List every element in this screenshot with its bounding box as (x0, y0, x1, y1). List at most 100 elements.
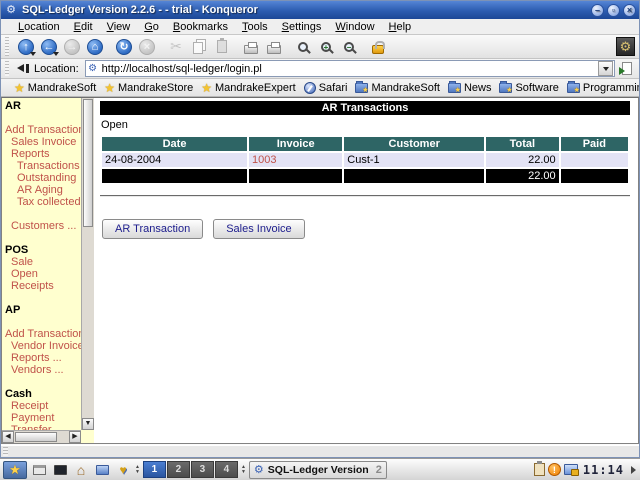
titlebar[interactable]: ⚙ SQL-Ledger Version 2.2.6 - - trial - K… (1, 1, 639, 19)
sidebar-section-pos: POS (5, 244, 81, 256)
sidebar-vertical-scrollbar[interactable]: ▼ (81, 98, 94, 430)
sidebar-item-ar-aging[interactable]: AR Aging (5, 184, 81, 196)
back-button[interactable]: ← (39, 37, 59, 57)
menu-go[interactable]: Go (137, 20, 166, 34)
back-dropdown-caret[interactable] (53, 52, 59, 56)
minimize-button[interactable]: – (591, 4, 604, 17)
close-button[interactable]: × (623, 4, 636, 17)
menu-bookmarks[interactable]: Bookmarks (166, 20, 235, 34)
location-input[interactable] (100, 61, 597, 76)
sidebar-item-payment[interactable]: Payment (5, 412, 81, 424)
sidebar-item-vendor-invoice[interactable]: Vendor Invoice (5, 340, 81, 352)
pager-scroll-arrows[interactable]: ▲▼ (135, 465, 140, 474)
sidebar-item-add-transaction[interactable]: Add Transaction (5, 124, 81, 136)
column-header-date[interactable]: Date (102, 137, 247, 151)
column-header-paid[interactable]: Paid (561, 137, 628, 151)
print-icon (244, 45, 258, 54)
menu-edit[interactable]: Edit (67, 20, 100, 34)
toolbar-grip[interactable] (5, 37, 9, 55)
location-combobox[interactable]: ⚙ (85, 60, 615, 77)
sidebar-item-ap-add-transaction[interactable]: Add Transaction (5, 328, 81, 340)
desktop-4-button[interactable]: 4 (215, 461, 238, 478)
security-button[interactable] (368, 37, 388, 57)
task-label: SQL-Ledger Version (268, 464, 372, 476)
konsole-launcher[interactable] (51, 461, 69, 479)
scroll-left-button[interactable]: ◀ (2, 431, 14, 443)
print-frame-button[interactable] (264, 37, 284, 57)
sidebar-item-open[interactable]: Open (5, 268, 81, 280)
scroll-right-button[interactable]: ▶ (69, 431, 81, 443)
konqueror-launcher[interactable] (93, 461, 111, 479)
sidebar-item-vendors[interactable]: Vendors ... (5, 364, 81, 376)
url-favicon: ⚙ (86, 63, 100, 74)
zoom-in-button[interactable]: + (316, 37, 336, 57)
sidebar-item-sale[interactable]: Sale (5, 256, 81, 268)
bookmark-label: MandrakeStore (118, 82, 193, 94)
sidebar-item-receipts[interactable]: Receipts (5, 280, 81, 292)
scrollbar-thumb[interactable] (15, 432, 57, 442)
bookmark-folder-news[interactable]: News (445, 82, 495, 94)
menu-settings[interactable]: Settings (275, 20, 329, 34)
find-button[interactable] (293, 37, 313, 57)
bookmark-folder-software[interactable]: Software (496, 82, 561, 94)
taskbar-window-button[interactable]: ⚙ SQL-Ledger Version 2 (249, 461, 387, 479)
statusbar-grip[interactable] (3, 447, 8, 456)
sidebar-item-transactions[interactable]: Transactions (5, 160, 81, 172)
klipper-icon[interactable] (534, 463, 545, 476)
panel-clock[interactable]: 11:14 (581, 463, 626, 477)
maximize-button[interactable]: ▫ (607, 4, 620, 17)
locbar-grip[interactable] (5, 61, 9, 76)
ar-transaction-button[interactable]: AR Transaction (102, 219, 203, 239)
show-desktop-button[interactable] (30, 461, 48, 479)
bookmark-mandrakesoft[interactable]: ★ MandrakeSoft (11, 82, 99, 94)
bookmark-label: MandrakeSoft (371, 82, 439, 94)
tray-app-launcher[interactable]: ♥ (114, 461, 132, 479)
zoom-out-button[interactable]: − (339, 37, 359, 57)
sidebar-item-outstanding[interactable]: Outstanding (5, 172, 81, 184)
bookmark-mandrakestore[interactable]: ★ MandrakeStore (101, 82, 196, 94)
invoice-link[interactable]: 1003 (252, 154, 276, 166)
bookmark-mandrakeexpert[interactable]: ★ MandrakeExpert (198, 82, 298, 94)
sidebar-item-tax-collected[interactable]: Tax collected (5, 196, 81, 208)
sidebar-item-receipt[interactable]: Receipt (5, 400, 81, 412)
menu-window[interactable]: Window (328, 20, 381, 34)
sidebar-item-reports[interactable]: Reports (5, 148, 81, 160)
go-button[interactable] (619, 61, 635, 77)
taskbar-scroll-arrows[interactable]: ▲▼ (241, 465, 246, 474)
screen-lock-icon[interactable] (564, 464, 578, 475)
scrollbar-thumb[interactable] (83, 99, 93, 227)
update-alert-icon[interactable]: ! (548, 463, 561, 476)
location-dropdown-button[interactable] (598, 61, 613, 76)
menu-location[interactable]: Location (11, 20, 67, 34)
k-menu-button[interactable]: ★ (3, 461, 27, 479)
clear-location-icon[interactable] (17, 63, 30, 74)
zoom-in-icon: + (321, 42, 331, 52)
sidebar-horizontal-scrollbar[interactable]: ◀ ▶ (2, 430, 81, 443)
sidebar-item-sales-invoice[interactable]: Sales Invoice (5, 136, 81, 148)
desktop-3-button[interactable]: 3 (191, 461, 214, 478)
up-button[interactable]: ↑ (16, 37, 36, 57)
column-header-customer[interactable]: Customer (344, 137, 484, 151)
desktop-2-button[interactable]: 2 (167, 461, 190, 478)
bookmark-folder-programming[interactable]: Programming (564, 82, 639, 94)
panel-hide-button[interactable] (629, 461, 637, 479)
print-button[interactable] (241, 37, 261, 57)
desktop-1-button[interactable]: 1 (143, 461, 166, 478)
up-dropdown-caret[interactable] (30, 52, 36, 56)
home-button[interactable]: ⌂ (85, 37, 105, 57)
bookmark-star-icon: ★ (104, 83, 115, 93)
sidebar-item-ap-reports[interactable]: Reports ... (5, 352, 81, 364)
home-launcher[interactable]: ⌂ (72, 461, 90, 479)
bookmark-folder-mandrakesoft[interactable]: MandrakeSoft (352, 82, 442, 94)
menu-view[interactable]: View (100, 20, 138, 34)
column-header-invoice[interactable]: Invoice (249, 137, 342, 151)
reload-button[interactable]: ↻ (114, 37, 134, 57)
bookmark-safari[interactable]: Safari (301, 82, 351, 94)
scroll-down-button[interactable]: ▼ (82, 418, 94, 430)
sidebar-section-ar: AR (5, 100, 81, 112)
column-header-total[interactable]: Total (486, 137, 559, 151)
menu-help[interactable]: Help (382, 20, 419, 34)
sidebar-item-customers[interactable]: Customers ... (5, 220, 81, 232)
menu-tools[interactable]: Tools (235, 20, 275, 34)
sales-invoice-button[interactable]: Sales Invoice (213, 219, 304, 239)
